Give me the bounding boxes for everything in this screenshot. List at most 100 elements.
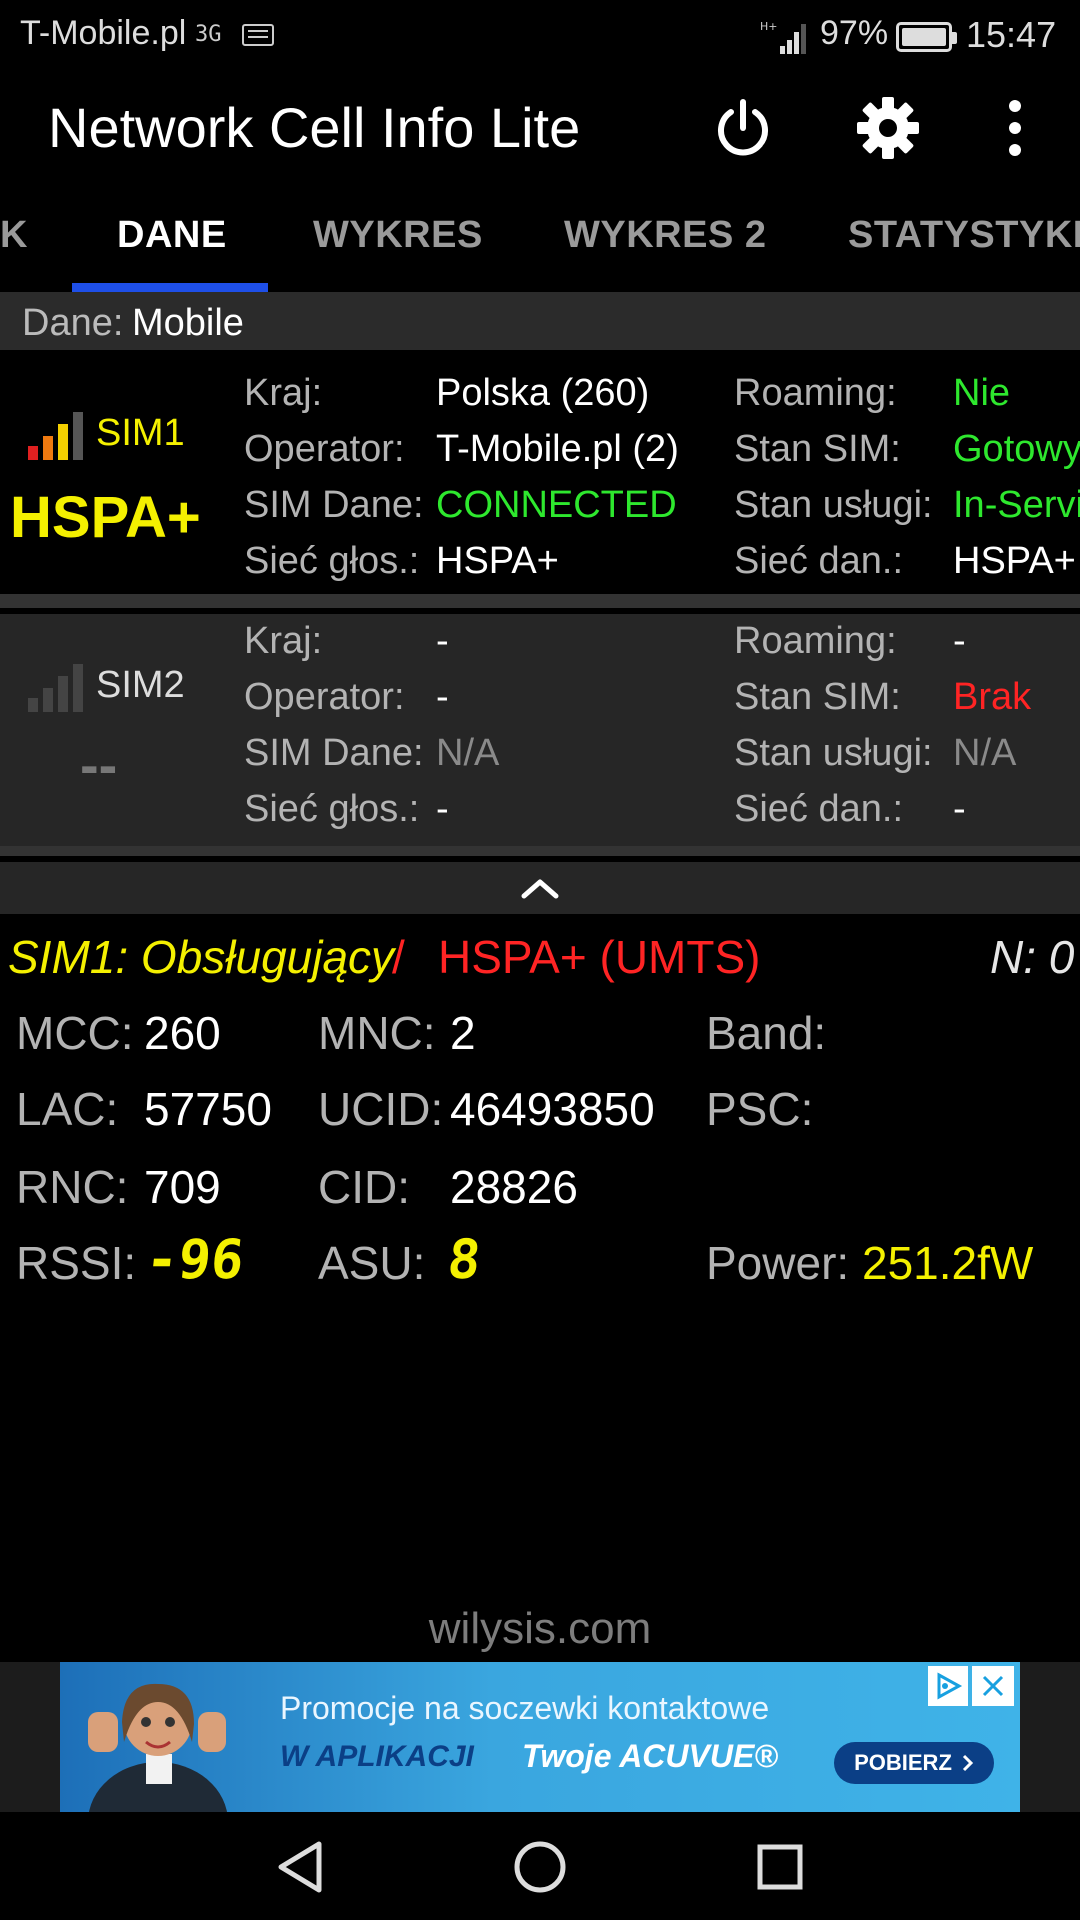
sim2-roaming-label: Roaming: (734, 620, 897, 662)
ad-person-image (88, 1683, 228, 1812)
active-tab-indicator (72, 283, 268, 292)
serving-cell-heading: SIM1: Obsługujący (8, 931, 395, 983)
sim2-operator-label: Operator: (244, 676, 405, 718)
power-label: Power: (706, 1237, 850, 1289)
svg-text:H+: H+ (760, 20, 778, 33)
gear-icon (857, 97, 919, 159)
sim1-country-value: Polska (260) (436, 372, 650, 414)
sim2-signal-icon (28, 664, 83, 712)
rnc-value: 709 (144, 1161, 221, 1213)
asu-label: ASU: (318, 1237, 426, 1289)
tab-wykres[interactable]: WYKRES (313, 214, 483, 257)
signal-strength-icon: H+ (760, 20, 806, 54)
back-triangle-icon (278, 1841, 322, 1893)
adchoices-icon (937, 1672, 963, 1700)
sim1-data-label: SIM Dane: (244, 484, 424, 526)
sim1-panel[interactable]: SIM1 HSPA+ Kraj: Polska (260) Operator: … (0, 360, 1080, 592)
sim2-service-label: Stan usługi: (734, 732, 933, 774)
sim2-voice-label: Sieć głos.: (244, 788, 420, 830)
data-source-header[interactable]: Dane: Mobile (0, 292, 1080, 350)
ad-subline: W APLIKACJI (280, 1740, 474, 1773)
data-source-value: Mobile (132, 302, 244, 344)
sim1-data-net-value: HSPA+ (953, 540, 1076, 582)
ad-cta-label: POBIERZ (854, 1750, 952, 1775)
sim2-service-value: N/A (953, 732, 1017, 774)
mcc-value: 260 (144, 1007, 221, 1059)
tab-partial-left[interactable]: K (0, 214, 28, 257)
ad-banner[interactable]: Promocje na soczewki kontaktowe W APLIKA… (60, 1662, 1020, 1812)
sim1-operator-value: T-Mobile.pl (2) (436, 428, 679, 470)
sim1-sim-state-label: Stan SIM: (734, 428, 901, 470)
sim2-data-net-label: Sieć dan.: (734, 788, 903, 830)
clock: 15:47 (966, 14, 1057, 55)
data-source-label: Dane: (22, 302, 124, 344)
cid-label: CID: (318, 1161, 410, 1213)
sim2-sim-state-value: Brak (953, 676, 1032, 718)
mnc-label: MNC: (318, 1007, 436, 1059)
cid-value: 28826 (450, 1161, 578, 1213)
divider (0, 594, 1080, 608)
website-link[interactable]: wilysis.com (0, 1604, 1080, 1654)
sim1-roaming-value: Nie (953, 372, 1011, 414)
heading-separator: / (392, 931, 405, 983)
ad-banner-area: Promocje na soczewki kontaktowe W APLIKA… (0, 1662, 1080, 1812)
nav-recents-button[interactable] (740, 1832, 820, 1902)
sim1-service-label: Stan usługi: (734, 484, 933, 526)
sim1-country-label: Kraj: (244, 372, 323, 414)
sim1-tech: HSPA+ (10, 485, 201, 550)
tab-bar: K DANE WYKRES WYKRES 2 STATYSTYKI (0, 180, 1080, 292)
app-bar: Network Cell Info Lite (0, 75, 1080, 180)
rssi-value: -96 (142, 1228, 247, 1291)
chevron-up-icon (521, 879, 559, 899)
sim1-service-value: In-Service (953, 484, 1080, 526)
nav-home-button[interactable] (500, 1832, 580, 1902)
sim2-data-label: SIM Dane: (244, 732, 424, 774)
psc-label: PSC: (706, 1083, 814, 1135)
settings-button[interactable] (843, 83, 933, 173)
carrier-name: T-Mobile.pl (20, 14, 187, 52)
serving-cell-technology: HSPA+ (UMTS) (438, 931, 761, 983)
sim2-panel[interactable]: SIM2 -- Kraj: - Operator: - SIM Dane: N/… (0, 614, 1080, 846)
sim1-data-value: CONNECTED (436, 484, 677, 526)
more-vert-icon (1009, 100, 1021, 156)
app-title: Network Cell Info Lite (48, 96, 581, 159)
battery-percent: 97% (820, 14, 889, 52)
rssi-label: RSSI: (16, 1237, 137, 1289)
ad-headline: Promocje na soczewki kontaktowe (280, 1690, 770, 1726)
sim1-sim-state-value: Gotowy (953, 428, 1080, 470)
ad-close-button[interactable] (972, 1666, 1014, 1706)
overflow-menu-button[interactable] (970, 83, 1060, 173)
sim1-operator-label: Operator: (244, 428, 405, 470)
tab-dane[interactable]: DANE (117, 214, 227, 257)
recents-square-icon (757, 1844, 803, 1890)
sim2-data-net-value: - (953, 788, 966, 830)
close-icon (982, 1675, 1004, 1697)
system-nav-bar (0, 1812, 1080, 1920)
sim2-operator-value: - (436, 676, 449, 718)
lac-label: LAC: (16, 1083, 119, 1135)
sim2-name: SIM2 (96, 664, 185, 706)
sim1-signal-icon (28, 412, 83, 460)
nav-back-button[interactable] (260, 1832, 340, 1902)
rnc-label: RNC: (16, 1161, 129, 1213)
status-bar: T-Mobile.pl 3G H+ 97% 15:47 (0, 0, 1080, 75)
sim1-data-net-label: Sieć dan.: (734, 540, 903, 582)
chevron-right-icon (962, 1754, 974, 1772)
tab-wykres-2[interactable]: WYKRES 2 (564, 214, 766, 257)
power-value: 251.2fW (862, 1237, 1034, 1289)
network-type-badge: 3G (195, 22, 222, 47)
serving-cell-detail: SIM1: Obsługujący / HSPA+ (UMTS) N: 0 MC… (0, 920, 1080, 1340)
home-circle-icon (514, 1841, 566, 1893)
battery-icon (896, 22, 957, 52)
ad-cta-button[interactable]: POBIERZ (834, 1742, 994, 1784)
keyboard-icon (242, 24, 274, 46)
adchoices-button[interactable] (928, 1666, 968, 1706)
power-icon (718, 99, 768, 156)
sim2-roaming-value: - (953, 620, 966, 662)
ucid-label: UCID: (318, 1083, 444, 1135)
ucid-value: 46493850 (450, 1083, 655, 1135)
power-button[interactable] (698, 83, 788, 173)
sim2-voice-value: - (436, 788, 449, 830)
tab-statystyki[interactable]: STATYSTYKI (848, 214, 1080, 257)
collapse-toggle[interactable] (0, 862, 1080, 914)
